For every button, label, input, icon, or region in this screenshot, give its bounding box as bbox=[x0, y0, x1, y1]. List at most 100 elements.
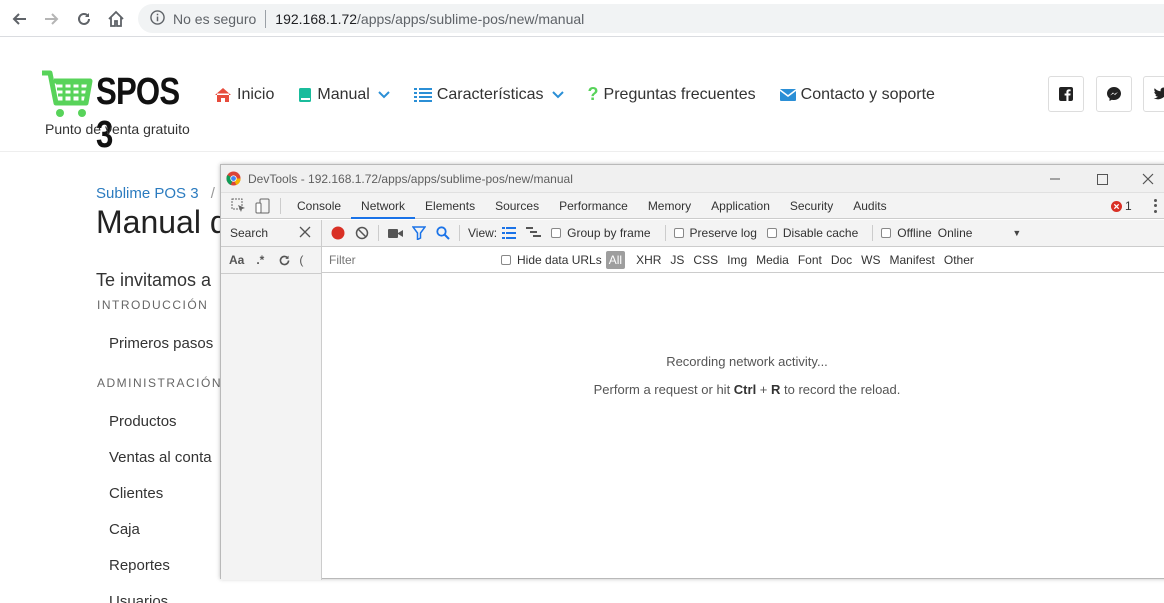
question-icon: ? bbox=[587, 84, 599, 104]
section-label-admin: ADMINISTRACIÓN bbox=[97, 376, 223, 390]
page-title: Manual d bbox=[96, 204, 228, 240]
sidebar-link-reportes[interactable]: Reportes bbox=[109, 557, 170, 574]
filter-type-media[interactable]: Media bbox=[756, 253, 789, 267]
facebook-icon bbox=[1059, 87, 1073, 101]
record-button[interactable] bbox=[326, 223, 350, 243]
messenger-button[interactable] bbox=[1096, 76, 1132, 112]
sidebar-link-ventas[interactable]: Ventas al conta bbox=[109, 449, 212, 466]
filter-type-img[interactable]: Img bbox=[727, 253, 747, 267]
reload-hint: Perform a request or hit Ctrl + R to rec… bbox=[322, 382, 1164, 397]
devtools-body: Search Aa .* (View: Group by frame Pres… bbox=[221, 220, 1164, 580]
filter-type-css[interactable]: CSS bbox=[693, 253, 718, 267]
inspect-element-icon[interactable] bbox=[226, 196, 250, 216]
search-toggle-button[interactable] bbox=[431, 223, 455, 243]
filter-input[interactable] bbox=[325, 249, 489, 270]
hint-plus: + bbox=[756, 382, 772, 397]
network-panel: View: Group by frame Preserve log Disabl… bbox=[322, 220, 1164, 580]
nav-item-inicio[interactable]: Inicio bbox=[214, 84, 274, 105]
home-icon[interactable] bbox=[105, 8, 127, 30]
sidebar-link-usuarios[interactable]: Usuarios bbox=[109, 593, 168, 603]
close-window-button[interactable] bbox=[1139, 170, 1157, 188]
clear-search-icon[interactable]: ( bbox=[299, 253, 303, 267]
filter-type-ws[interactable]: WS bbox=[861, 253, 880, 267]
record-icon bbox=[331, 226, 345, 240]
capture-screenshots-button[interactable] bbox=[383, 223, 407, 243]
filter-toggle-button[interactable] bbox=[407, 223, 431, 243]
minimize-button[interactable] bbox=[1046, 170, 1064, 188]
logo-subtitle: Punto de venta gratuito bbox=[45, 121, 190, 137]
filter-type-doc[interactable]: Doc bbox=[831, 253, 852, 267]
url-path: /apps/apps/sublime-pos/new/manual bbox=[357, 10, 585, 27]
tab-memory[interactable]: Memory bbox=[638, 193, 701, 219]
maximize-button[interactable] bbox=[1093, 170, 1111, 188]
devtools-titlebar: DevTools - 192.168.1.72/apps/apps/sublim… bbox=[221, 165, 1164, 193]
sidebar-link-productos[interactable]: Productos bbox=[109, 413, 177, 430]
dropdown-arrow-icon: ▼ bbox=[1012, 228, 1022, 238]
tab-audits[interactable]: Audits bbox=[843, 193, 896, 219]
sidebar-link-primeros-pasos[interactable]: Primeros pasos bbox=[109, 335, 213, 352]
nav-item-manual[interactable]: Manual bbox=[298, 84, 390, 105]
tab-sources[interactable]: Sources bbox=[485, 193, 549, 219]
preserve-log-checkbox[interactable]: Preserve log bbox=[673, 226, 757, 240]
info-icon[interactable] bbox=[150, 9, 165, 28]
tab-application[interactable]: Application bbox=[701, 193, 780, 219]
devtools-title: DevTools - 192.168.1.72/apps/apps/sublim… bbox=[248, 171, 573, 186]
tab-console[interactable]: Console bbox=[287, 193, 351, 219]
clear-button[interactable] bbox=[350, 223, 374, 243]
filter-type-xhr[interactable]: XHR bbox=[636, 253, 661, 267]
nav-item-caracteristicas[interactable]: Características bbox=[413, 84, 564, 105]
tab-security[interactable]: Security bbox=[780, 193, 843, 219]
error-icon bbox=[1111, 200, 1122, 212]
tab-network[interactable]: Network bbox=[351, 193, 416, 219]
hint-text: to record the reload. bbox=[780, 382, 901, 397]
hide-data-urls-checkbox[interactable]: Hide data URLs bbox=[501, 253, 602, 267]
large-rows-button[interactable] bbox=[497, 223, 521, 243]
close-search-icon[interactable] bbox=[299, 226, 311, 241]
filter-type-all[interactable]: All bbox=[605, 250, 626, 269]
maximize-icon bbox=[1096, 173, 1108, 185]
device-toolbar-icon[interactable] bbox=[250, 196, 274, 216]
filter-type-manifest[interactable]: Manifest bbox=[890, 253, 935, 267]
list-view-icon bbox=[502, 227, 517, 239]
tab-elements[interactable]: Elements bbox=[415, 193, 485, 219]
checkbox-label: Disable cache bbox=[782, 226, 859, 240]
main-nav: Inicio Manual Características ? Pregunta… bbox=[214, 84, 959, 105]
url-host: 192.168.1.72 bbox=[275, 10, 358, 27]
checkbox-box bbox=[501, 254, 511, 265]
regex-button[interactable]: .* bbox=[256, 253, 264, 267]
more-options-icon[interactable] bbox=[1152, 198, 1158, 214]
nav-item-preguntas[interactable]: ? Preguntas frecuentes bbox=[588, 84, 756, 105]
error-counter[interactable]: 1 bbox=[1111, 199, 1132, 213]
nav-label: Inicio bbox=[237, 85, 275, 103]
sidebar-link-clientes[interactable]: Clientes bbox=[109, 485, 163, 502]
checkbox-box bbox=[673, 228, 684, 238]
breadcrumb-link[interactable]: Sublime POS 3 bbox=[96, 185, 199, 202]
group-by-frame-checkbox[interactable]: Group by frame bbox=[551, 226, 651, 240]
devtools-window: DevTools - 192.168.1.72/apps/apps/sublim… bbox=[220, 164, 1164, 580]
cart-logo-icon bbox=[42, 70, 93, 117]
address-bar[interactable]: No es seguro 192.168.1.72/apps/apps/subl… bbox=[138, 4, 1164, 33]
facebook-button[interactable] bbox=[1048, 76, 1084, 112]
tab-performance[interactable]: Performance bbox=[549, 193, 638, 219]
refresh-search-icon[interactable] bbox=[278, 254, 291, 267]
nav-label: Contacto y soporte bbox=[800, 85, 935, 103]
forward-arrow-icon[interactable] bbox=[41, 8, 63, 30]
sidebar-link-caja[interactable]: Caja bbox=[109, 521, 140, 538]
filter-type-js[interactable]: JS bbox=[670, 253, 684, 267]
filter-type-other[interactable]: Other bbox=[944, 253, 974, 267]
video-camera-icon bbox=[387, 228, 403, 238]
back-arrow-icon[interactable] bbox=[8, 8, 30, 30]
twitter-button[interactable] bbox=[1143, 76, 1164, 112]
tab-divider bbox=[280, 197, 281, 214]
home-icon bbox=[215, 87, 231, 102]
match-case-button[interactable]: Aa bbox=[229, 253, 244, 267]
filter-type-font[interactable]: Font bbox=[798, 253, 822, 267]
overview-button[interactable] bbox=[521, 223, 545, 243]
nav-item-contacto[interactable]: Contacto y soporte bbox=[779, 84, 935, 105]
envelope-icon bbox=[779, 88, 796, 101]
disable-cache-checkbox[interactable]: Disable cache bbox=[766, 226, 859, 240]
reload-icon[interactable] bbox=[73, 8, 95, 30]
offline-checkbox[interactable]: Offline bbox=[881, 226, 932, 240]
browser-toolbar: No es seguro 192.168.1.72/apps/apps/subl… bbox=[0, 0, 1164, 37]
throttling-select[interactable]: Online ▼ bbox=[938, 226, 1022, 240]
